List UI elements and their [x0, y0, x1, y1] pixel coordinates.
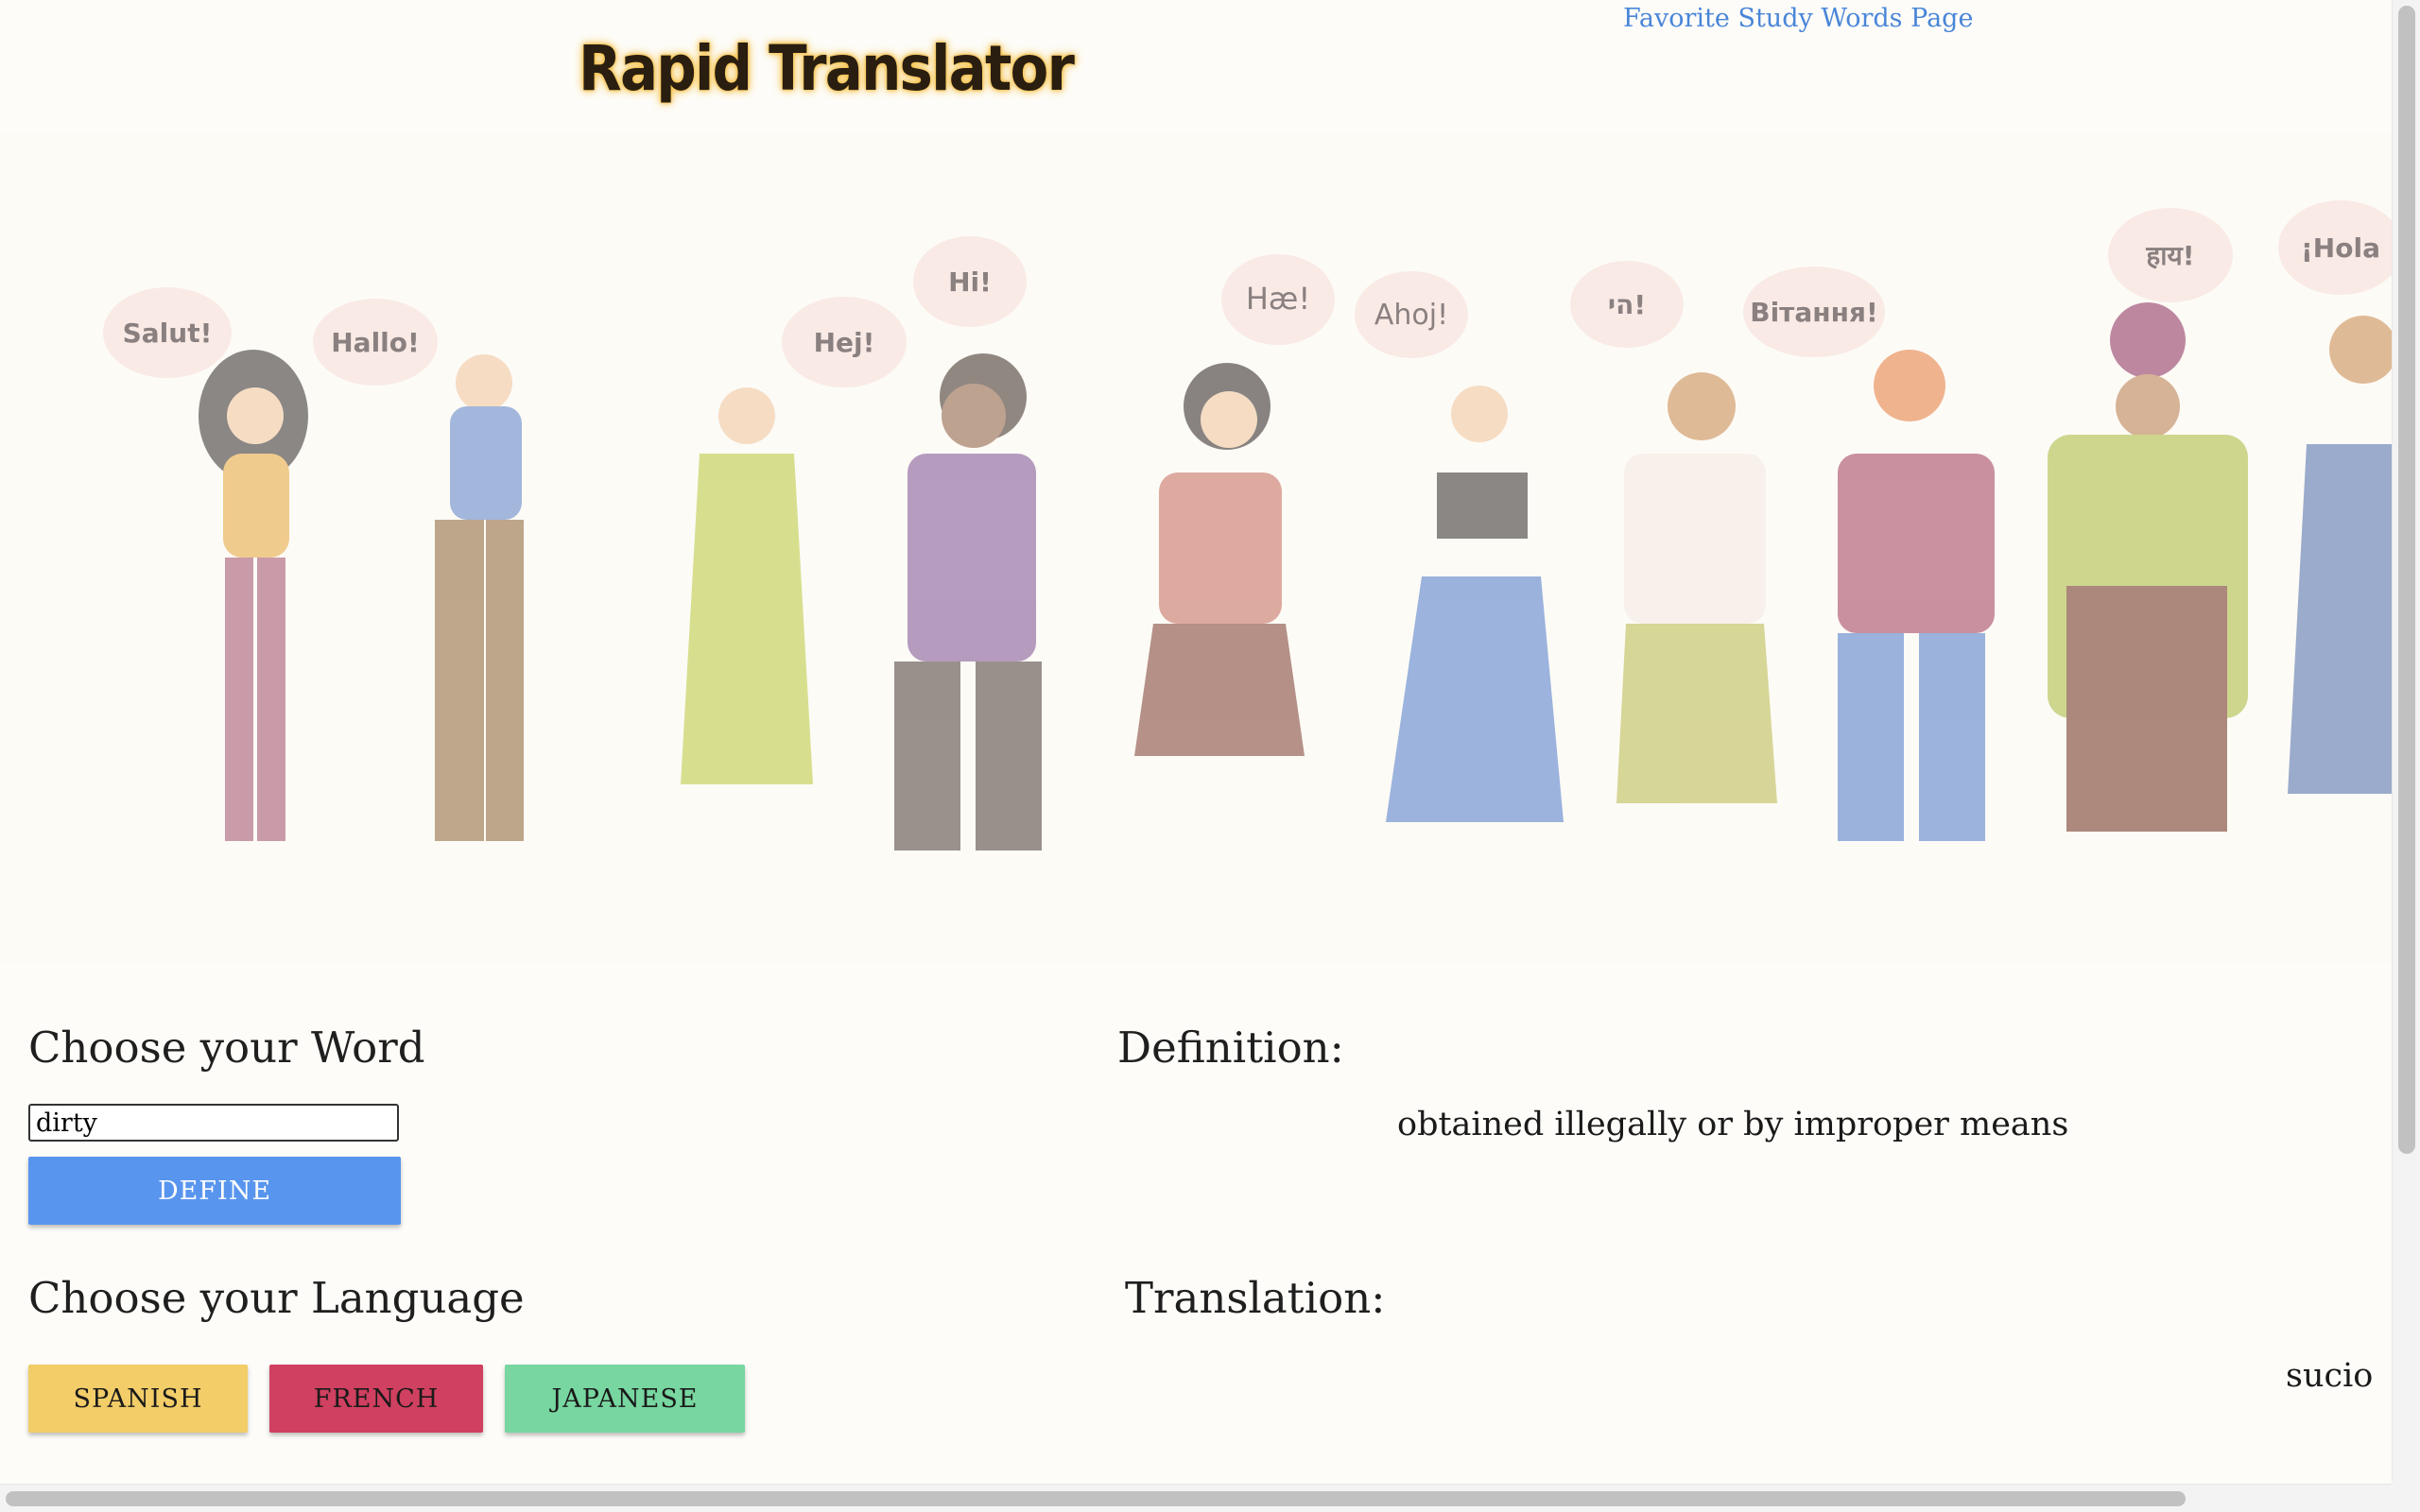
person-1 [199, 350, 308, 841]
greeting-hae: Hæ! [1246, 281, 1310, 317]
japanese-button[interactable]: JAPANESE [505, 1365, 745, 1433]
people-illustration: Salut! Hallo! Hej! Hi! Hæ! Ahoj! הי! Віт… [103, 200, 2392, 850]
word-input[interactable] [28, 1104, 399, 1142]
person-2 [435, 354, 524, 841]
horizontal-scrollbar[interactable] [0, 1484, 2392, 1512]
greeting-ahoj: Ahoj! [1374, 299, 1448, 332]
french-button[interactable]: FRENCH [269, 1365, 483, 1433]
vertical-scrollbar[interactable] [2392, 0, 2420, 1482]
person-4 [894, 353, 1042, 850]
person-6 [1386, 386, 1564, 822]
definition-text: obtained illegally or by improper means [1397, 1106, 2069, 1143]
translation-text: sucio [2286, 1357, 2374, 1395]
define-button[interactable]: DEFINE [28, 1157, 401, 1225]
page: Favorite Study Words Page Rapid Translat… [0, 0, 2420, 1512]
person-5 [1134, 363, 1305, 756]
app-title: Rapid Translator [579, 32, 1075, 105]
person-7 [1616, 372, 1777, 803]
greeting-hallo: Hallo! [331, 327, 420, 358]
greeting-vitannia: Вітання! [1750, 297, 1878, 328]
greeting-hola: ¡Hola [2301, 232, 2380, 264]
person-10 [2288, 316, 2392, 794]
person-9 [2048, 302, 2248, 832]
translation-heading: Translation: [1125, 1273, 1386, 1323]
choose-word-heading: Choose your Word [28, 1022, 425, 1073]
scrollbar-corner [2392, 1482, 2420, 1512]
person-3 [681, 387, 813, 784]
person-8 [1838, 350, 1995, 841]
vertical-scrollbar-thumb[interactable] [2398, 6, 2415, 1154]
greeting-hebrew: הי! [1608, 289, 1646, 320]
spanish-button[interactable]: SPANISH [28, 1365, 248, 1433]
greeting-hindi: हाय! [2145, 240, 2194, 271]
greeting-salut: Salut! [123, 318, 213, 349]
choose-language-heading: Choose your Language [28, 1273, 525, 1323]
favorite-study-words-link[interactable]: Favorite Study Words Page [1623, 4, 1973, 33]
greeting-hej: Hej! [814, 327, 875, 358]
horizontal-scrollbar-thumb[interactable] [6, 1491, 2186, 1506]
greeting-hi: Hi! [948, 266, 992, 298]
definition-heading: Definition: [1117, 1022, 1344, 1073]
people-greetings-banner: Salut! Hallo! Hej! Hi! Hæ! Ahoj! הי! Віт… [0, 132, 2392, 964]
